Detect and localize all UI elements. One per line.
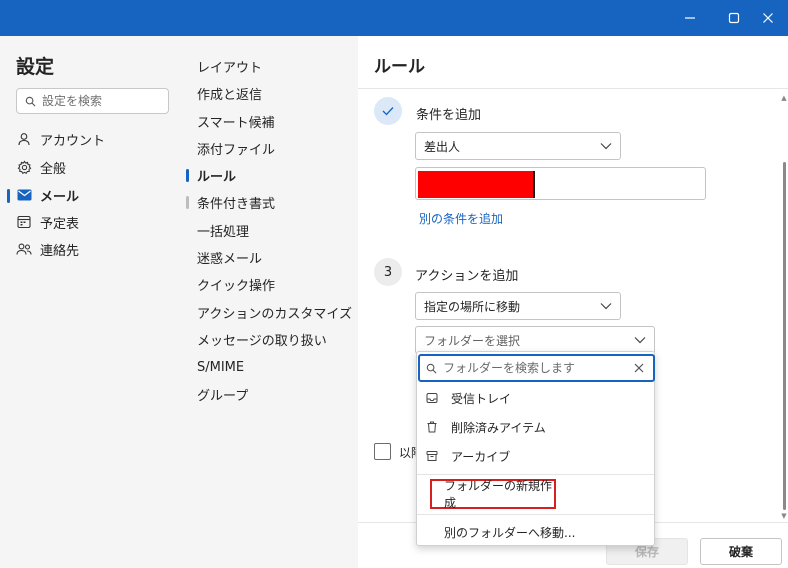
- redacted-content: [418, 171, 535, 198]
- active-indicator: [186, 169, 189, 182]
- sidebar-item-label: 予定表: [40, 216, 80, 232]
- folder-item-label: 受信トレイ: [451, 391, 512, 406]
- flyout-divider: [417, 474, 654, 475]
- subnav-item-conditional-formatting[interactable]: 条件付き書式: [197, 191, 275, 213]
- move-to-other-folder[interactable]: 別のフォルダーへ移動...: [444, 524, 575, 541]
- sidebar-item-label: 連絡先: [40, 243, 80, 259]
- settings-search-input[interactable]: [42, 94, 160, 108]
- settings-search[interactable]: [16, 88, 169, 114]
- step-number-badge: 3: [374, 258, 402, 286]
- sidebar-item-account[interactable]: アカウント: [16, 127, 105, 151]
- person-icon: [16, 131, 32, 147]
- action-step-label: アクションを追加: [415, 269, 519, 284]
- chevron-down-icon: [634, 337, 646, 344]
- folder-select-placeholder: フォルダーを選択: [424, 333, 521, 348]
- sidebar-item-contacts[interactable]: 連絡先: [16, 237, 79, 261]
- subnav-item-sweep[interactable]: 一括処理: [197, 219, 249, 241]
- checkmark-icon: [382, 107, 394, 116]
- subnav-item-smime[interactable]: S/MIME: [197, 356, 244, 378]
- archive-icon: [425, 449, 439, 463]
- sender-value-field[interactable]: [415, 167, 706, 200]
- settings-title: 設定: [16, 56, 55, 78]
- discard-button[interactable]: 破棄: [700, 538, 782, 565]
- sidebar-item-mail[interactable]: メール: [16, 183, 79, 207]
- subnav-item-groups[interactable]: グループ: [197, 383, 248, 405]
- stop-processing-checkbox[interactable]: [374, 443, 391, 460]
- chevron-down-icon: [600, 143, 612, 150]
- inbox-icon: [425, 391, 439, 405]
- subnav-item-attachments[interactable]: 添付ファイル: [197, 137, 275, 159]
- search-icon: [25, 96, 36, 106]
- condition-type-dropdown[interactable]: 差出人: [415, 132, 621, 160]
- add-condition-link[interactable]: 別の条件を追加: [419, 210, 503, 227]
- folder-item-label: アーカイブ: [451, 449, 511, 464]
- scroll-up-arrow[interactable]: ▲: [780, 94, 788, 102]
- close-button[interactable]: [746, 0, 788, 36]
- title-bar: [0, 0, 788, 36]
- minimize-icon: [685, 17, 695, 19]
- active-indicator: [7, 189, 10, 203]
- step-complete-badge: [374, 97, 402, 125]
- page-title: ルール: [374, 57, 425, 77]
- scrollbar-thumb[interactable]: [783, 162, 786, 510]
- clear-icon[interactable]: [633, 362, 645, 374]
- mail-settings-nav: レイアウト 作成と返信 スマート候補 添付ファイル ルール 条件付き書式 一括処…: [180, 36, 358, 568]
- sidebar-item-label: メール: [40, 189, 80, 205]
- close-icon: [763, 13, 773, 23]
- subnav-item-layout[interactable]: レイアウト: [197, 55, 262, 77]
- folder-item-inbox[interactable]: 受信トレイ: [417, 384, 654, 412]
- calendar-icon: [16, 214, 32, 230]
- action-type-dropdown[interactable]: 指定の場所に移動: [415, 292, 621, 320]
- sidebar-item-calendar[interactable]: 予定表: [16, 210, 79, 234]
- hover-indicator: [186, 196, 189, 209]
- new-folder-button[interactable]: フォルダーの新規作成: [430, 479, 556, 510]
- people-icon: [16, 241, 32, 257]
- subnav-item-junk[interactable]: 迷惑メール: [197, 246, 262, 268]
- settings-sidebar: 設定 アカウント 全般 メール 予定表 連絡先: [0, 36, 180, 568]
- minimize-button[interactable]: [668, 0, 712, 36]
- header-divider: [358, 88, 788, 89]
- folder-picker-flyout: 受信トレイ 削除済みアイテム アーカイブ フォルダーの新規作成 別のフォルダーへ…: [416, 351, 655, 546]
- subnav-item-quick-steps[interactable]: クイック操作: [197, 273, 275, 295]
- trash-icon: [425, 420, 439, 434]
- scroll-down-arrow[interactable]: ▼: [780, 512, 788, 520]
- gear-icon: [16, 159, 32, 175]
- subnav-item-rules[interactable]: ルール: [197, 164, 236, 186]
- subnav-item-compose-reply[interactable]: 作成と返信: [197, 82, 262, 104]
- mail-icon: [16, 187, 32, 203]
- sidebar-item-label: アカウント: [40, 133, 106, 149]
- sidebar-item-label: 全般: [40, 161, 67, 177]
- folder-item-archive[interactable]: アーカイブ: [417, 442, 654, 470]
- subnav-item-smart-suggestions[interactable]: スマート候補: [197, 110, 275, 132]
- subnav-item-message-handling[interactable]: メッセージの取り扱い: [197, 328, 327, 350]
- action-type-value: 指定の場所に移動: [424, 299, 521, 314]
- folder-search-box[interactable]: [418, 354, 655, 382]
- chevron-down-icon: [600, 303, 612, 310]
- subnav-item-customize-actions[interactable]: アクションのカスタマイズ: [197, 301, 352, 323]
- flyout-divider: [417, 514, 654, 515]
- folder-select-dropdown[interactable]: フォルダーを選択: [415, 326, 655, 354]
- search-icon: [426, 363, 437, 373]
- sidebar-item-general[interactable]: 全般: [16, 155, 66, 179]
- folder-search-input[interactable]: [443, 361, 623, 375]
- maximize-icon: [728, 12, 740, 24]
- folder-item-deleted[interactable]: 削除済みアイテム: [417, 413, 654, 441]
- condition-type-value: 差出人: [424, 139, 461, 154]
- condition-step-label: 条件を追加: [416, 108, 482, 123]
- folder-item-label: 削除済みアイテム: [451, 420, 546, 435]
